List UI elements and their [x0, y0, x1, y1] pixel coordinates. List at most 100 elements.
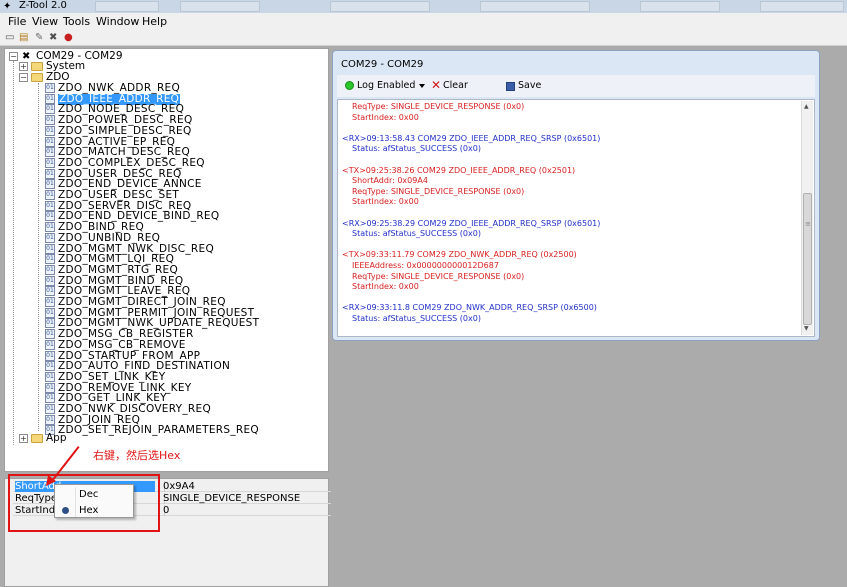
tree-app-label: App [46, 432, 67, 444]
command-icon: 01 [45, 93, 55, 104]
toolbar: ▭ ▤ ✎ ✖ ● [0, 30, 847, 46]
tools-icon[interactable]: ✖ [49, 31, 57, 44]
command-icon: 01 [45, 318, 55, 329]
background-window-tab [180, 1, 260, 12]
command-icon: 01 [45, 254, 55, 265]
background-window-tab [640, 1, 720, 12]
command-icon: 01 [45, 264, 55, 275]
annotation-text: 右键，然后选Hex [93, 449, 181, 462]
command-icon: 01 [45, 136, 55, 147]
annotation-highlight-box [8, 474, 160, 532]
command-icon: 01 [45, 211, 55, 222]
command-icon: 01 [45, 104, 55, 115]
tree-item-label: ZDO_SET_REJOIN_PARAMETERS_REQ [58, 424, 259, 437]
save-log-button[interactable]: Save [518, 80, 541, 92]
log-window-title: COM29 - COM29 [341, 59, 424, 70]
log-line: <RX>09:33:11.8 COM29 ZDO_NWK_ADDR_REQ_SR… [342, 303, 597, 313]
folder-icon [31, 62, 43, 71]
clear-button[interactable]: Clear [443, 80, 468, 92]
command-icon: 01 [45, 414, 55, 425]
tree-connector [13, 61, 14, 445]
command-icon: 01 [45, 190, 55, 200]
app-icon: ✦ [3, 1, 12, 12]
command-icon: 01 [45, 179, 55, 190]
menu-tools[interactable]: Tools [63, 15, 90, 28]
save-icon[interactable]: ▤ [19, 31, 28, 44]
command-icon: 01 [45, 232, 55, 243]
folder-open-icon [31, 73, 43, 82]
log-line: <TX>09:33:11.79 COM29 ZDO_NWK_ADDR_REQ (… [342, 250, 577, 260]
log-line: StartIndex: 0x00 [352, 197, 419, 207]
log-line: ReqType: SINGLE_DEVICE_RESPONSE (0x0) [352, 271, 525, 281]
menu-window[interactable]: Window [96, 15, 139, 28]
window-title: Z-Tool 2.0 [19, 0, 67, 11]
connect-icon[interactable]: ✎ [35, 31, 43, 44]
open-icon[interactable]: ▭ [5, 31, 14, 44]
background-window-tab [480, 1, 590, 12]
log-line: Status: afStatus_SUCCESS (0x0) [352, 229, 481, 239]
menu-view[interactable]: View [32, 15, 58, 28]
log-output[interactable]: ReqType: SINGLE_DEVICE_RESPONSE (0x0) Sta… [337, 99, 815, 337]
folder-icon [31, 434, 43, 443]
menu-help[interactable]: Help [142, 15, 167, 28]
chevron-down-icon[interactable] [419, 84, 425, 88]
command-icon: 01 [45, 350, 55, 361]
expand-icon[interactable]: + [19, 434, 28, 443]
log-enabled-button[interactable]: Log Enabled [357, 80, 415, 92]
expand-icon[interactable]: + [19, 62, 28, 71]
log-line: <TX>09:25:38.26 COM29 ZDO_IEEE_ADDR_REQ … [342, 165, 576, 175]
record-icon[interactable]: ● [64, 31, 73, 44]
clear-icon: ✕ [431, 78, 442, 92]
command-icon: 01 [45, 393, 55, 404]
log-enabled-status-icon [345, 81, 354, 90]
command-icon: 01 [45, 275, 55, 286]
command-icon: 01 [45, 307, 55, 318]
collapse-icon[interactable]: − [9, 52, 18, 61]
scroll-up-icon[interactable]: ▲ [804, 103, 809, 111]
scrollbar-thumb[interactable] [803, 193, 812, 325]
log-line: Status: afStatus_SUCCESS (0x0) [352, 314, 481, 323]
menu-file[interactable]: File [8, 15, 26, 28]
command-icon: 01 [45, 371, 55, 382]
log-scrollbar[interactable]: ▲ ≡ ▼ [801, 101, 813, 335]
collapse-icon[interactable]: − [19, 73, 28, 82]
save-icon [506, 82, 515, 91]
menu-bar: File View Tools Window Help [0, 13, 847, 30]
log-line: ReqType: SINGLE_DEVICE_RESPONSE (0x0) [352, 186, 525, 196]
command-icon: 01 [45, 243, 55, 254]
command-tree[interactable]: − ✖ COM29 - COM29 + System − ZDO 01 ZDO_N… [4, 48, 329, 472]
background-window-tab [95, 1, 159, 12]
property-value[interactable]: 0x9A4 [163, 481, 195, 492]
command-icon: 01 [45, 222, 55, 233]
tools-icon: ✖ [22, 51, 31, 62]
background-window-tab [760, 1, 844, 12]
command-icon: 01 [45, 125, 55, 136]
log-line: Status: afStatus_SUCCESS (0x0) [352, 144, 481, 154]
log-window: COM29 - COM29 Log Enabled ✕ Clear Save R… [332, 50, 820, 341]
command-icon: 01 [45, 147, 55, 158]
grip-icon: ≡ [805, 220, 811, 228]
log-line: StartIndex: 0x00 [352, 112, 419, 122]
command-icon: 01 [45, 286, 55, 297]
title-bar: ✦ Z-Tool 2.0 [0, 0, 847, 13]
command-icon: 01 [45, 83, 55, 93]
log-line: <RX>09:13:58.43 COM29 ZDO_IEEE_ADDR_REQ_… [342, 133, 601, 143]
log-line: StartIndex: 0x00 [352, 282, 419, 292]
command-icon: 01 [45, 157, 55, 168]
log-line: <RX>09:25:38.29 COM29 ZDO_IEEE_ADDR_REQ_… [342, 218, 601, 228]
log-line: IEEEAddress: 0x000000000012D687 [352, 261, 499, 270]
tree-connector [38, 83, 39, 431]
command-icon: 01 [45, 200, 55, 211]
property-value[interactable]: 0 [163, 505, 169, 516]
property-value[interactable]: SINGLE_DEVICE_RESPONSE [163, 493, 300, 504]
command-icon: 01 [45, 168, 55, 179]
scroll-down-icon[interactable]: ▼ [804, 325, 809, 333]
log-toolbar: Log Enabled ✕ Clear Save [337, 75, 815, 97]
command-icon: 01 [45, 329, 55, 340]
command-icon: 01 [45, 404, 55, 414]
command-icon: 01 [45, 115, 55, 126]
command-icon: 01 [45, 361, 55, 372]
command-icon: 01 [45, 382, 55, 393]
log-line: ShortAddr: 0x09A4 [352, 176, 428, 186]
log-line: ReqType: SINGLE_DEVICE_RESPONSE (0x0) [352, 102, 525, 111]
